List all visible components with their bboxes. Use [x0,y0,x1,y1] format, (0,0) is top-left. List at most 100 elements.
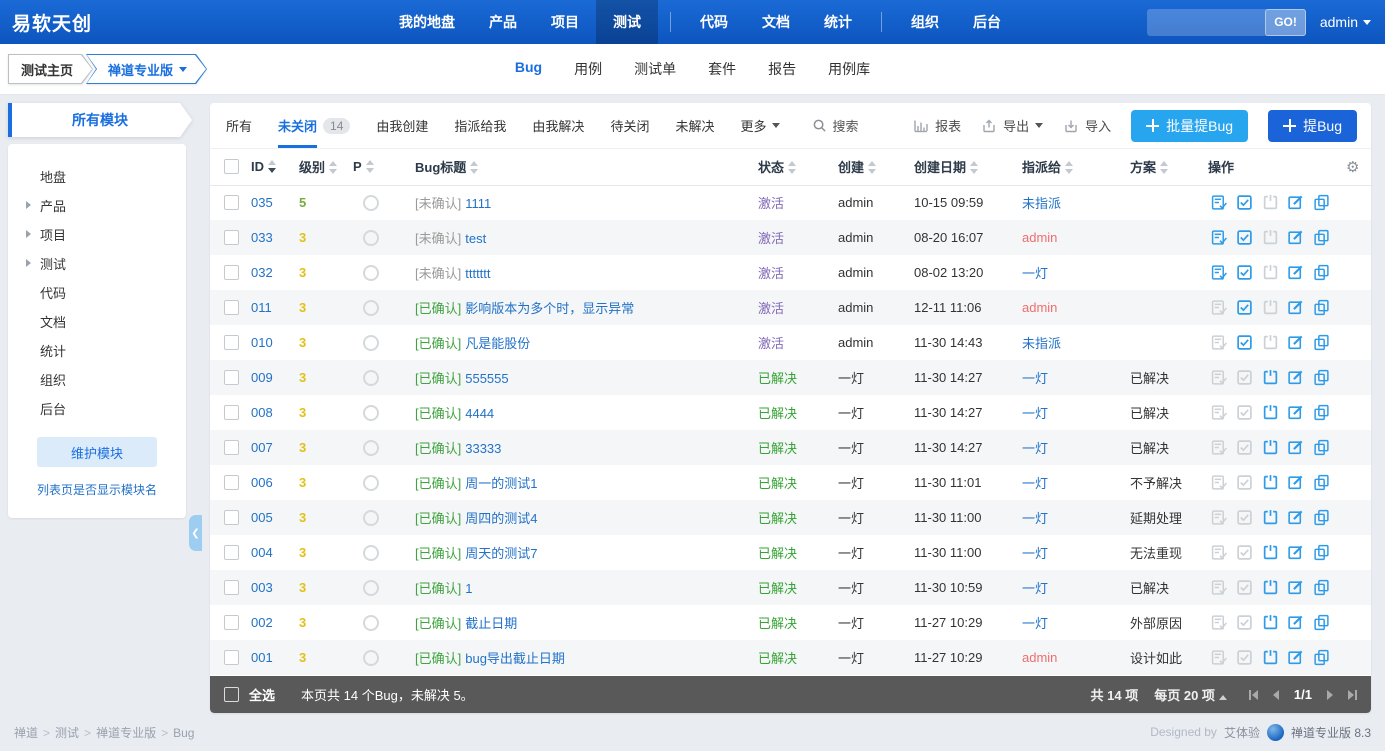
resolve-icon[interactable] [1234,437,1256,459]
bug-id-link[interactable]: 006 [251,475,273,490]
module-tab[interactable]: 测试单 [634,59,676,79]
confirm-icon[interactable] [1208,227,1230,249]
close-icon[interactable] [1259,402,1281,424]
search-filter[interactable]: 搜索 [812,116,858,135]
filter-tab[interactable]: 待关闭 [610,103,649,148]
batch-create-bug-button[interactable]: 批量提Bug [1131,110,1248,142]
first-page-button[interactable] [1249,690,1258,700]
resolve-icon[interactable] [1234,647,1256,669]
resolve-icon[interactable] [1234,297,1256,319]
confirm-icon[interactable] [1208,367,1230,389]
sidebar-item[interactable]: 项目 [24,220,170,249]
edit-icon[interactable] [1285,402,1307,424]
edit-icon[interactable] [1285,507,1307,529]
sidebar-item[interactable]: 测试 [24,249,170,278]
report-button[interactable]: 报表 [913,116,961,135]
nav-menu-item[interactable]: 后台 [956,0,1018,44]
sort-arrows-icon[interactable] [366,160,375,173]
row-checkbox[interactable] [224,580,239,595]
sort-arrows-icon[interactable] [1160,161,1169,174]
last-page-button[interactable] [1348,690,1357,700]
assigned-to-link[interactable]: 一灯 [1022,406,1048,421]
bug-id-link[interactable]: 001 [251,650,273,665]
assigned-to-link[interactable]: 未指派 [1022,196,1061,211]
table-header-cell[interactable]: 状态 [753,149,833,185]
table-header-cell[interactable]: 创建日期 [909,149,1017,185]
table-header-cell[interactable] [210,149,246,185]
assigned-to-link[interactable]: admin [1022,650,1057,665]
nav-menu-item[interactable]: 代码 [683,0,745,44]
copy-icon[interactable] [1311,612,1333,634]
bug-title-link[interactable]: 1 [465,581,472,596]
resolve-icon[interactable] [1234,402,1256,424]
select-all-checkbox[interactable] [224,159,239,174]
import-button[interactable]: 导入 [1063,116,1111,135]
bug-title-link[interactable]: 凡是能股份 [465,336,530,351]
confirm-icon[interactable] [1208,192,1230,214]
confirm-icon[interactable] [1208,577,1230,599]
filter-tab[interactable]: 未关闭 14 [278,103,350,148]
row-checkbox[interactable] [224,615,239,630]
bug-title-link[interactable]: 周天的测试7 [465,546,537,561]
confirm-icon[interactable] [1208,507,1230,529]
assigned-to-link[interactable]: 一灯 [1022,546,1048,561]
sidebar-item[interactable]: 产品 [24,191,170,220]
edit-icon[interactable] [1285,437,1307,459]
footer-breadcrumb-link[interactable]: 测试 [55,726,79,740]
bug-title-link[interactable]: 1111 [465,196,491,211]
bug-title-link[interactable]: bug导出截止日期 [465,651,565,666]
bug-id-link[interactable]: 005 [251,510,273,525]
nav-menu-item[interactable] [881,12,882,32]
maintain-modules-button[interactable]: 维护模块 [37,437,157,467]
nav-menu-item[interactable]: 项目 [534,0,596,44]
row-checkbox[interactable] [224,230,239,245]
user-menu[interactable]: admin [1320,14,1371,30]
bug-id-link[interactable]: 003 [251,580,273,595]
resolve-icon[interactable] [1234,472,1256,494]
assigned-to-link[interactable]: admin [1022,300,1057,315]
table-header-cell[interactable]: 操作 [1203,149,1341,185]
assigned-to-link[interactable]: 未指派 [1022,336,1061,351]
edit-icon[interactable] [1285,367,1307,389]
row-checkbox[interactable] [224,650,239,665]
bug-title-link[interactable]: test [465,231,486,246]
copy-icon[interactable] [1311,227,1333,249]
footer-breadcrumb-link[interactable]: 禅道 [14,726,38,740]
resolve-icon[interactable] [1234,577,1256,599]
close-icon[interactable] [1259,437,1281,459]
bug-id-link[interactable]: 004 [251,545,273,560]
edit-icon[interactable] [1285,612,1307,634]
copy-icon[interactable] [1311,507,1333,529]
bug-id-link[interactable]: 011 [251,300,272,315]
close-icon[interactable] [1259,227,1281,249]
table-header-cell[interactable]: 创建 [833,149,909,185]
toggle-module-name-link[interactable]: 列表页是否显示模块名 [24,481,170,498]
resolve-icon[interactable] [1234,262,1256,284]
edit-icon[interactable] [1285,262,1307,284]
select-all-label[interactable]: 全选 [249,685,275,704]
bug-id-link[interactable]: 002 [251,615,273,630]
table-header-cell[interactable]: ID [246,149,294,185]
gear-icon[interactable] [1346,160,1359,175]
sort-arrows-icon[interactable] [970,161,979,174]
bug-title-link[interactable]: 周一的测试1 [465,476,537,491]
sidebar-collapse-handle[interactable]: ❮ [189,515,202,551]
copy-icon[interactable] [1311,542,1333,564]
close-icon[interactable] [1259,332,1281,354]
confirm-icon[interactable] [1208,402,1230,424]
edit-icon[interactable] [1285,332,1307,354]
app-logo[interactable]: 易软天创 [12,9,92,36]
copy-icon[interactable] [1311,402,1333,424]
close-icon[interactable] [1259,262,1281,284]
close-icon[interactable] [1259,577,1281,599]
module-tab[interactable]: 用例 [574,59,602,79]
bug-id-link[interactable]: 008 [251,405,273,420]
edit-icon[interactable] [1285,192,1307,214]
filter-tab[interactable]: 所有 [226,103,252,148]
copy-icon[interactable] [1311,577,1333,599]
confirm-icon[interactable] [1208,647,1230,669]
close-icon[interactable] [1259,297,1281,319]
bug-title-link[interactable]: 4444 [465,406,494,421]
table-header-cell[interactable] [1341,149,1371,185]
next-page-button[interactable] [1327,690,1333,700]
